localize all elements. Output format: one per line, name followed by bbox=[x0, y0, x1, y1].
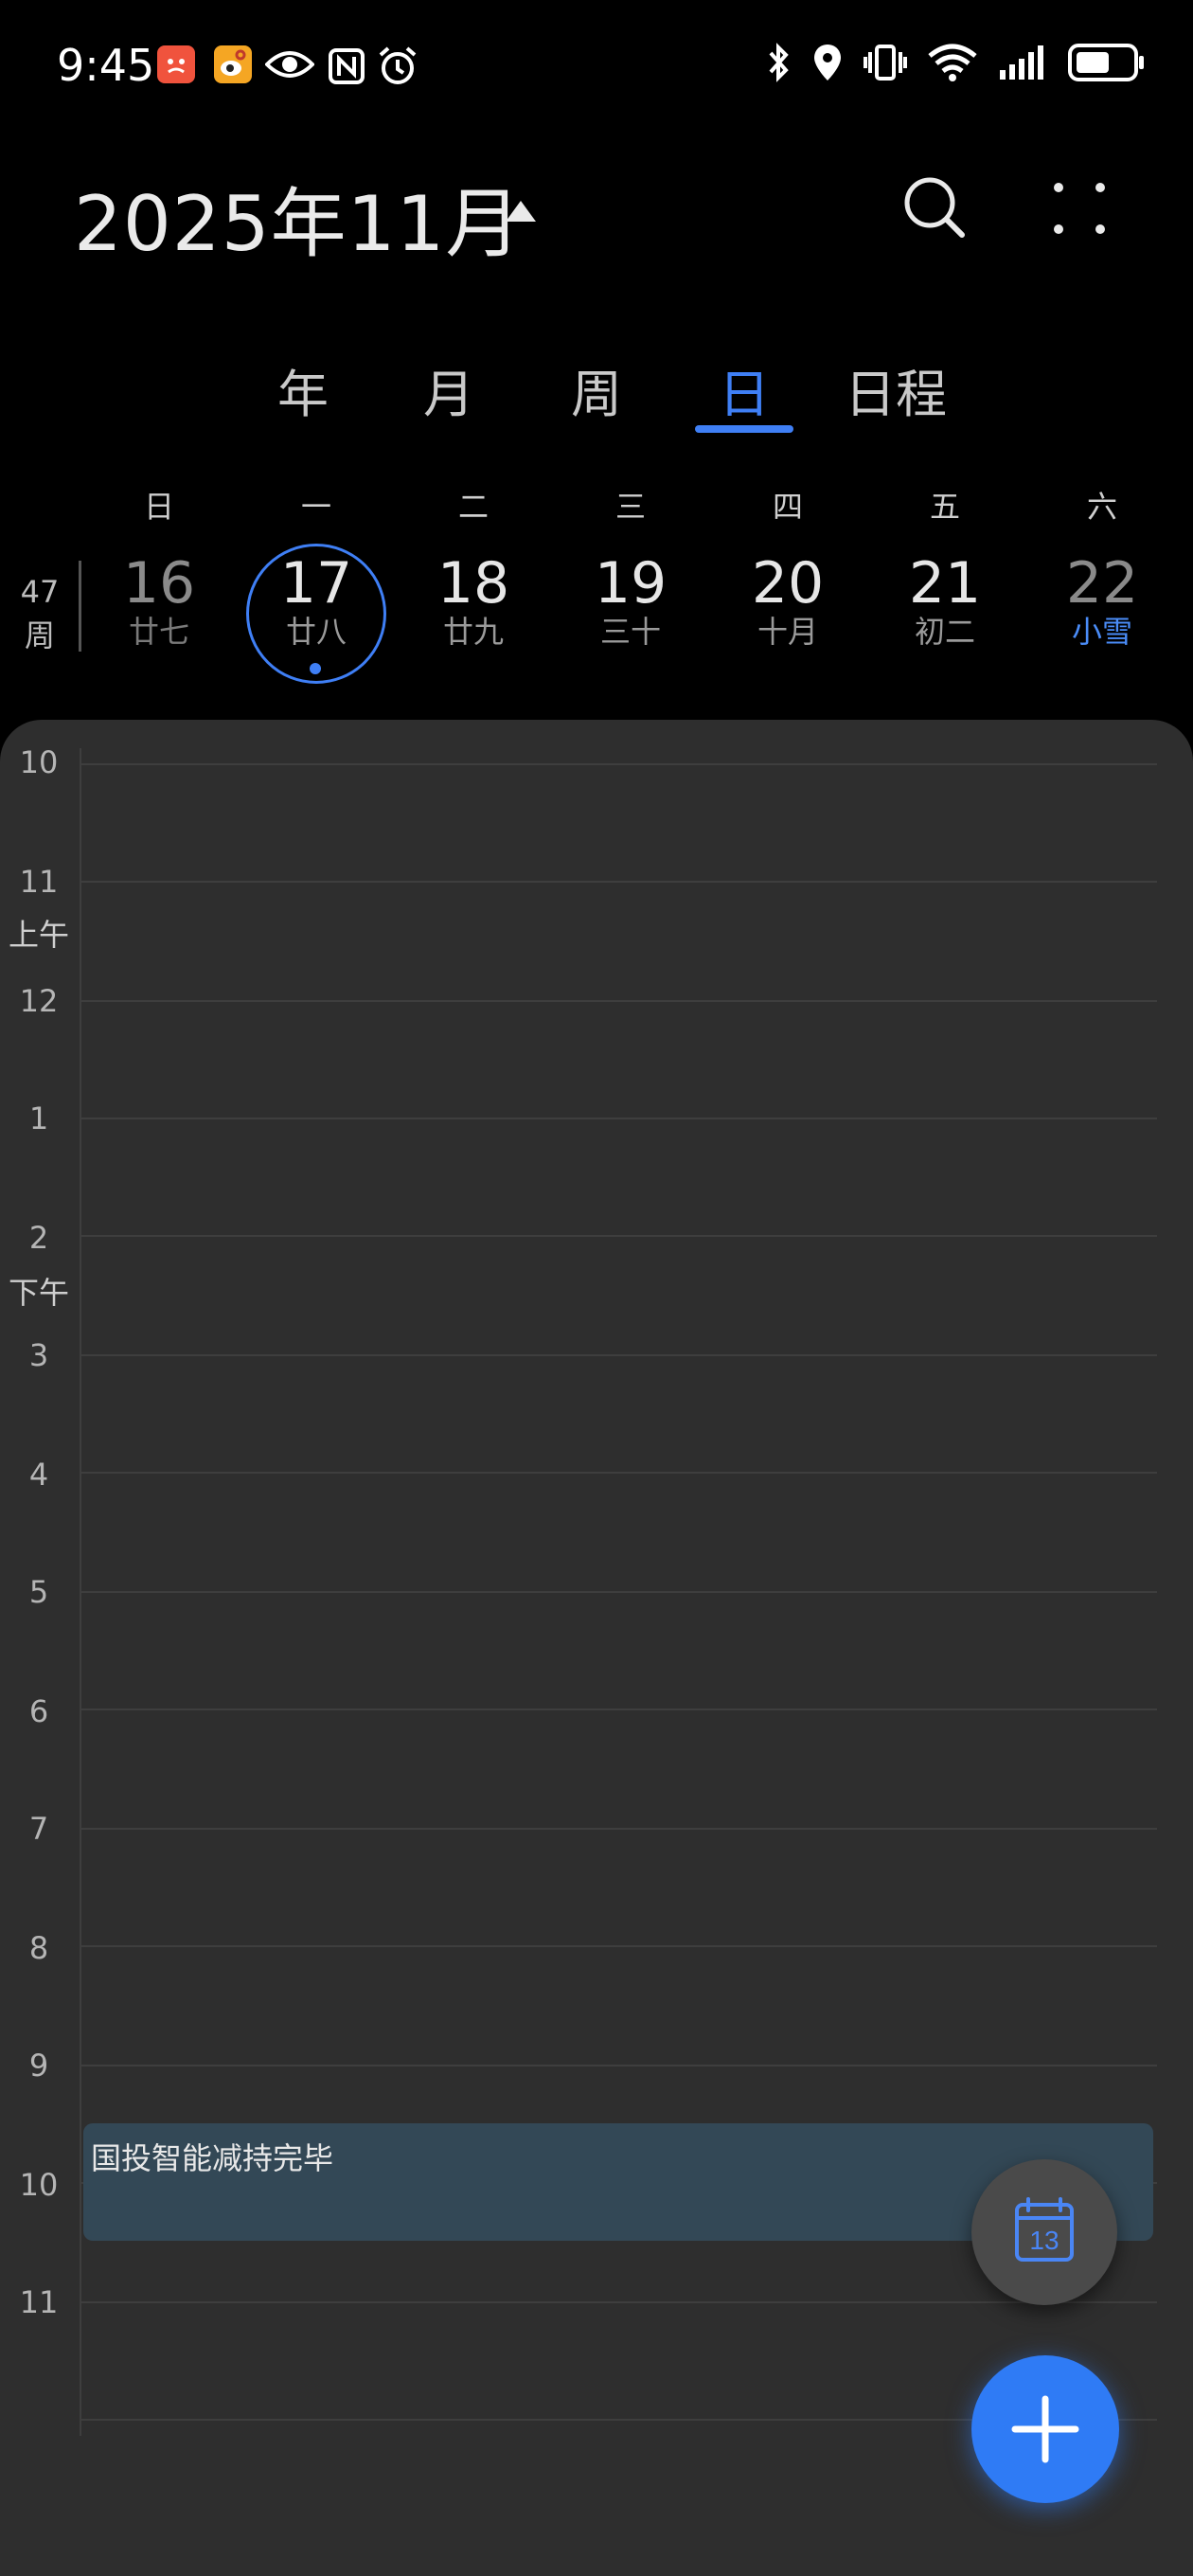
day-cell[interactable]: 18 廿九 bbox=[402, 553, 544, 650]
day-cell[interactable]: 21 初二 bbox=[874, 553, 1016, 650]
alarm-icon bbox=[377, 45, 418, 91]
hour-label: 2 bbox=[28, 1220, 49, 1256]
hour-line bbox=[81, 1591, 1157, 1593]
day-cell[interactable]: 22 小雪 bbox=[1031, 553, 1173, 650]
weibo-icon bbox=[214, 45, 252, 83]
hour-line bbox=[81, 881, 1157, 883]
week-number: 47 周 bbox=[13, 570, 66, 657]
hour-label: 4 bbox=[28, 1457, 49, 1493]
hour-label: 6 bbox=[28, 1693, 49, 1729]
day-number: 18 bbox=[436, 550, 510, 617]
hour-line bbox=[81, 2065, 1157, 2066]
search-icon[interactable] bbox=[901, 174, 968, 241]
hour-label: 11 bbox=[19, 864, 59, 900]
lunar-date: 初二 bbox=[914, 614, 975, 650]
hour-label: 10 bbox=[19, 2167, 59, 2203]
month-title[interactable]: 2025年11月 bbox=[74, 163, 522, 273]
weekday-label: 四 bbox=[772, 489, 803, 525]
nfc-icon bbox=[328, 47, 365, 89]
day-number: 22 bbox=[1065, 550, 1139, 617]
view-tabs: 年 月 周 日 日程 bbox=[0, 341, 1193, 436]
hour-label: 5 bbox=[28, 1574, 49, 1610]
day-number: 21 bbox=[908, 550, 982, 617]
hour-line bbox=[81, 763, 1157, 765]
tab-week[interactable]: 周 bbox=[568, 352, 625, 427]
hour-line bbox=[81, 1000, 1157, 1002]
location-icon bbox=[812, 43, 843, 82]
more-dots-icon[interactable] bbox=[1051, 180, 1108, 237]
calendar-header: 2025年11月 bbox=[0, 142, 1193, 275]
tab-year[interactable]: 年 bbox=[275, 352, 331, 427]
day-cell[interactable]: 20 十月 bbox=[717, 553, 859, 650]
pm-label: 下午 bbox=[8, 1275, 69, 1311]
lunar-date: 小雪 bbox=[1071, 614, 1132, 650]
day-cell[interactable]: 16 廿七 bbox=[88, 553, 230, 650]
week-divider bbox=[79, 561, 81, 652]
hour-line bbox=[81, 1235, 1157, 1237]
signal-icon bbox=[998, 44, 1047, 81]
lunar-date: 廿七 bbox=[128, 614, 189, 650]
triangle-up-icon[interactable] bbox=[502, 197, 540, 225]
weekday-header: 日 一 二 三 四 五 六 bbox=[0, 483, 1193, 530]
tab-day[interactable]: 日 bbox=[716, 352, 773, 427]
hour-line bbox=[81, 1354, 1157, 1356]
hour-line bbox=[81, 1708, 1157, 1710]
hour-line bbox=[81, 1118, 1157, 1119]
weekday-label: 三 bbox=[614, 489, 646, 525]
day-cell[interactable]: 19 三十 bbox=[560, 553, 702, 650]
hour-label: 7 bbox=[28, 1811, 49, 1847]
hour-line bbox=[81, 1828, 1157, 1830]
bluetooth-icon bbox=[767, 42, 792, 83]
am-label: 上午 bbox=[8, 917, 69, 953]
hour-label: 11 bbox=[19, 2284, 59, 2320]
weekday-label: 一 bbox=[300, 489, 331, 525]
week-strip: 47 周 16 廿七 17 廿八 18 廿九 19 三十 20 十月 21 初二… bbox=[0, 540, 1193, 684]
event-indicator-dot bbox=[310, 663, 321, 674]
plus-icon bbox=[1011, 2395, 1079, 2463]
weekday-label: 二 bbox=[457, 489, 489, 525]
hour-label: 1 bbox=[28, 1100, 49, 1136]
week-number-suffix: 周 bbox=[24, 617, 55, 653]
status-time: 9:45 bbox=[57, 40, 155, 91]
day-number: 17 bbox=[279, 550, 353, 617]
week-number-value: 47 bbox=[20, 574, 60, 610]
hour-label: 8 bbox=[28, 1930, 49, 1966]
hour-label: 9 bbox=[28, 2048, 49, 2084]
weekday-label: 六 bbox=[1086, 489, 1117, 525]
app-notification-icon bbox=[157, 45, 195, 83]
status-indicators bbox=[767, 42, 1146, 83]
lunar-date: 三十 bbox=[599, 614, 661, 650]
day-cell-selected[interactable]: 17 廿八 bbox=[245, 553, 387, 650]
tab-active-indicator bbox=[695, 425, 793, 433]
day-timeline[interactable]: 10 11 上午 12 1 2 下午 3 4 5 6 7 8 9 10 11 国… bbox=[0, 720, 1193, 2576]
today-button[interactable]: 13 bbox=[971, 2159, 1117, 2305]
wifi-icon bbox=[928, 43, 977, 82]
day-number: 19 bbox=[594, 550, 668, 617]
tab-schedule[interactable]: 日程 bbox=[843, 352, 949, 427]
hour-line bbox=[81, 1945, 1157, 1947]
day-number: 20 bbox=[751, 550, 825, 617]
lunar-date: 十月 bbox=[757, 614, 818, 650]
event-title: 国投智能减持完毕 bbox=[91, 2140, 334, 2176]
hour-label: 10 bbox=[19, 744, 59, 780]
hour-label: 12 bbox=[19, 983, 59, 1019]
tab-month[interactable]: 月 bbox=[420, 352, 477, 427]
hour-label: 3 bbox=[28, 1337, 49, 1373]
vibrate-icon bbox=[864, 43, 907, 82]
hour-line bbox=[81, 1472, 1157, 1474]
lunar-date: 廿八 bbox=[285, 614, 347, 650]
today-number: 13 bbox=[1029, 2226, 1059, 2255]
weekday-label: 日 bbox=[143, 489, 174, 525]
add-event-button[interactable] bbox=[971, 2355, 1119, 2503]
status-bar: 9:45 bbox=[0, 0, 1193, 133]
day-number: 16 bbox=[122, 550, 196, 617]
lunar-date: 廿九 bbox=[442, 614, 504, 650]
calendar-today-icon: 13 bbox=[1015, 2197, 1074, 2262]
weekday-label: 五 bbox=[929, 489, 960, 525]
battery-icon bbox=[1068, 43, 1146, 82]
eye-icon bbox=[264, 47, 315, 85]
